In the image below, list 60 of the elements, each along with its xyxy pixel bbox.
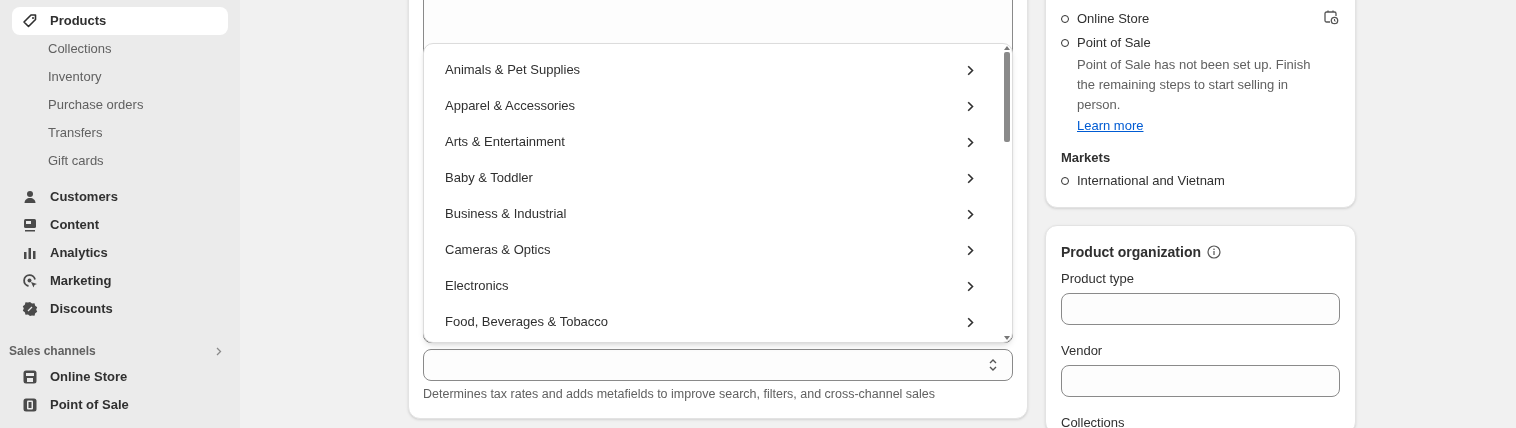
menu-item[interactable]: Food, Beverages & Tobacco — [430, 304, 1002, 340]
chevron-right-icon — [967, 64, 974, 76]
help-text: Determines tax rates and adds metafields to improve search, filters, and cross-channel sales — [423, 386, 937, 403]
pos-device-icon — [22, 397, 38, 413]
scroll-down-icon[interactable] — [1004, 336, 1010, 340]
sidebar-item[interactable]: Marketing — [12, 267, 228, 295]
menu-item[interactable]: Apparel & Accessories — [430, 88, 1002, 124]
setup-note: Point of Sale has not been set up. Finish the remaining steps to start selling in person. — [1076, 56, 1312, 114]
scroll-up-icon[interactable] — [1004, 46, 1010, 50]
channel-label: Online Store — [1077, 10, 1150, 29]
input-field[interactable] — [1061, 293, 1340, 325]
person-icon — [22, 189, 38, 205]
learn-more-link[interactable]: Learn more — [1077, 115, 1144, 137]
scrollbar-thumb[interactable] — [1004, 52, 1010, 142]
sidebar-item[interactable]: Discounts — [12, 295, 228, 323]
storefront-icon — [22, 369, 38, 385]
chevron-right-icon — [967, 136, 974, 148]
chevron-right-icon[interactable] — [216, 346, 222, 356]
monitor-icon — [22, 217, 38, 233]
sidebar-item[interactable]: Customers — [12, 183, 228, 211]
sidebar-item[interactable]: Gift cards — [12, 147, 228, 175]
chevron-right-icon — [967, 316, 974, 328]
sidebar-item[interactable]: Online Store — [12, 363, 228, 391]
section-heading: Sales channels — [9, 343, 96, 360]
chevron-right-icon — [967, 280, 974, 292]
field-label: Collections — [1061, 414, 1126, 428]
field-label: Product type — [1061, 270, 1135, 288]
input-field[interactable] — [1061, 365, 1340, 397]
sidebar-item[interactable]: Analytics — [12, 239, 228, 267]
sidebar-item[interactable]: Point of Sale — [12, 391, 228, 419]
menu-item[interactable]: Electronics — [430, 268, 1002, 304]
bar-chart-icon — [22, 245, 38, 261]
info-icon[interactable] — [1207, 245, 1221, 259]
target-cursor-icon — [22, 273, 38, 289]
sidebar-item[interactable]: Content — [12, 211, 228, 239]
sidebar-item[interactable]: Transfers — [12, 119, 228, 147]
sidebar-item[interactable]: Inventory — [12, 63, 228, 91]
sidebar-item[interactable]: Collections — [12, 35, 228, 63]
chevron-right-icon — [967, 172, 974, 184]
select-arrows-icon — [988, 358, 998, 372]
section-heading: Markets — [1061, 149, 1112, 167]
chevron-right-icon — [967, 100, 974, 112]
sidebar-item[interactable]: Purchase orders — [12, 91, 228, 119]
channel-label: International and Vietnam — [1077, 172, 1225, 191]
chevron-right-icon — [967, 244, 974, 256]
field-label: Vendor — [1061, 342, 1104, 360]
category-select[interactable] — [423, 349, 1013, 381]
menu-item[interactable]: Baby & Toddler — [430, 160, 1002, 196]
card-title: Product organization — [1061, 242, 1201, 262]
menu-item[interactable]: Arts & Entertainment — [430, 124, 1002, 160]
chevron-right-icon — [967, 208, 974, 220]
menu-item[interactable]: Animals & Pet Supplies — [430, 52, 1002, 88]
tag-icon — [22, 13, 38, 29]
calendar-clock-icon[interactable] — [1323, 9, 1339, 25]
discount-badge-icon — [22, 301, 38, 317]
menu-item[interactable]: Cameras & Optics — [430, 232, 1002, 268]
channel-label: Point of Sale — [1077, 34, 1151, 53]
scrollbar[interactable] — [1002, 44, 1012, 342]
menu-item[interactable]: Business & Industrial — [430, 196, 1002, 232]
sidebar-item[interactable]: Products — [12, 7, 228, 35]
